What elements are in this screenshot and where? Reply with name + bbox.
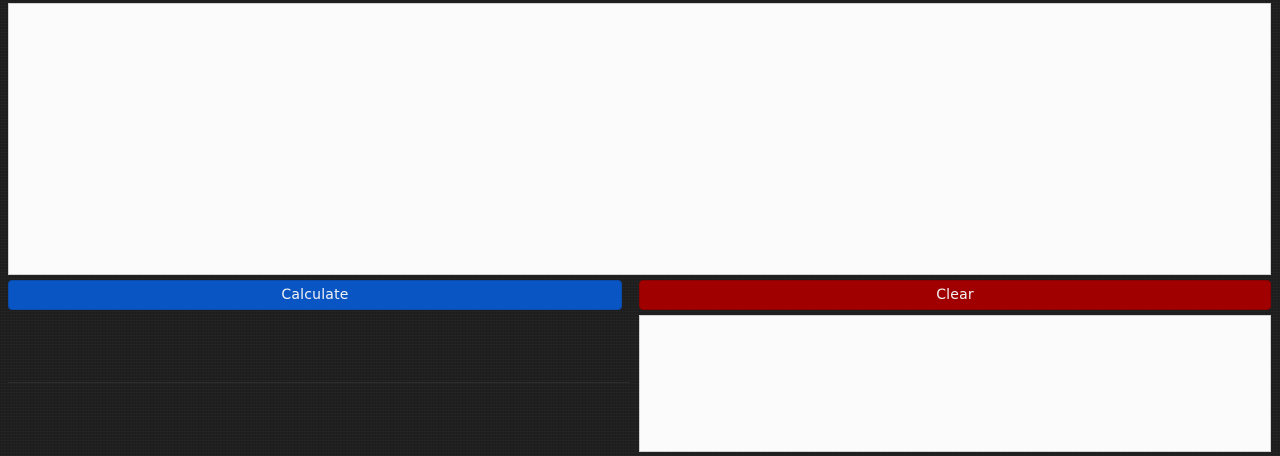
result-output-area [639,315,1271,452]
clear-button[interactable]: Clear [639,280,1271,310]
left-divider [8,382,630,383]
calculate-button[interactable]: Calculate [8,280,622,310]
expression-input-area[interactable] [8,3,1271,275]
